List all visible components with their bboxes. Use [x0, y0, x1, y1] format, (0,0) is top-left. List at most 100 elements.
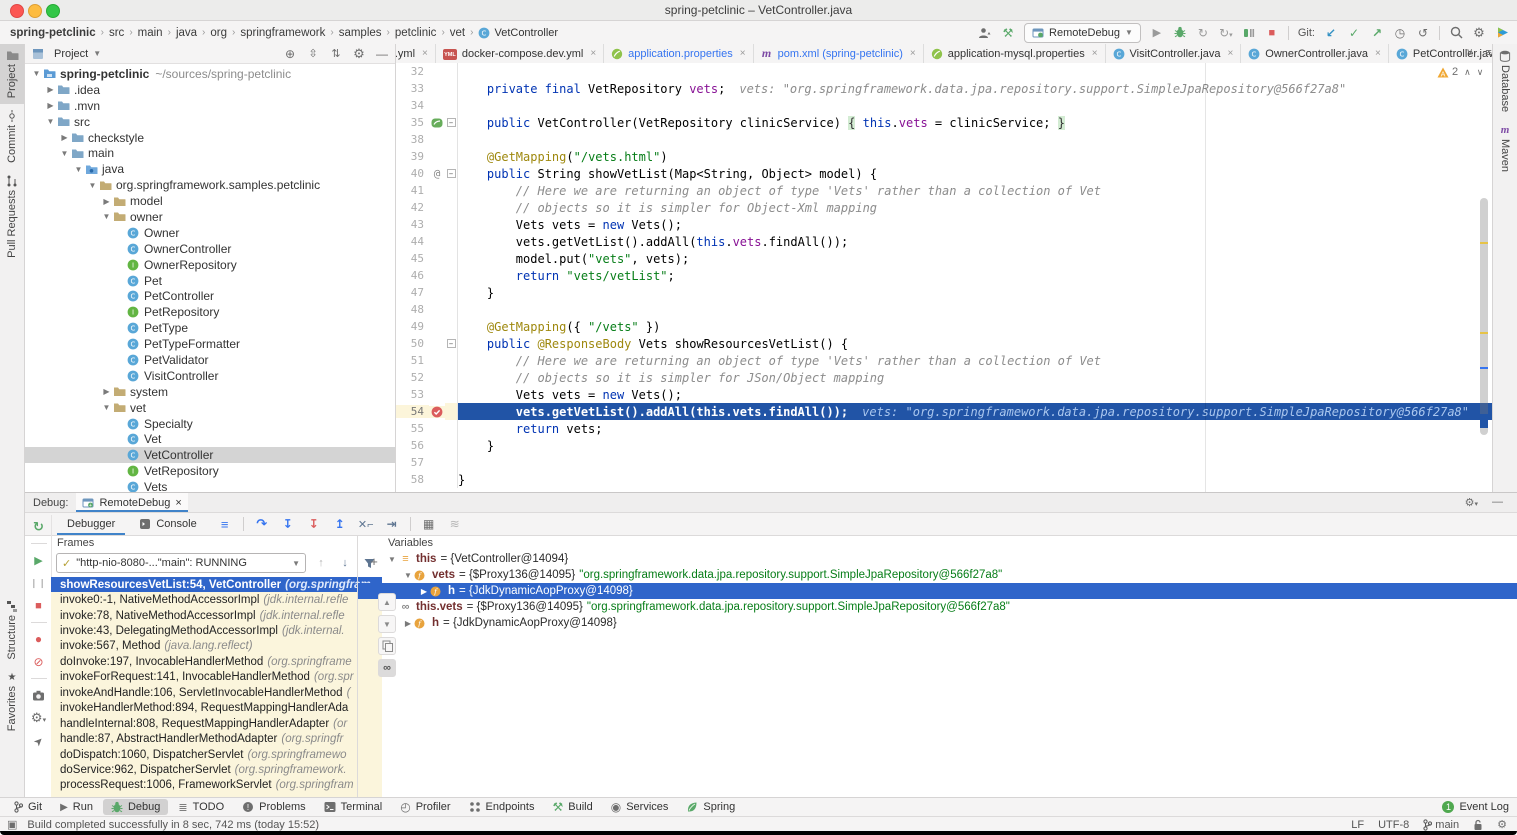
scrollbar-thumb[interactable]	[1480, 198, 1488, 435]
tree-item-petrepository[interactable]: IPetRepository	[25, 304, 395, 320]
tree-item-vets[interactable]: CVets	[25, 479, 395, 492]
code-line-49[interactable]: 49 @GetMapping({ "/vets" })	[396, 318, 1492, 335]
code-line-34[interactable]: 34	[396, 97, 1492, 114]
stack-frame[interactable]: invoke:567, Method(java.lang.reflect)	[51, 639, 382, 654]
breadcrumb-item[interactable]: vet	[450, 27, 465, 39]
caret-stripe-mark[interactable]	[1480, 367, 1488, 369]
indent-settings-icon[interactable]: ⚙	[1497, 818, 1507, 831]
scroll-down-icon[interactable]: ▼	[378, 615, 396, 633]
bug-icon[interactable]	[1173, 25, 1187, 41]
toolwindow-button-git[interactable]: Git	[6, 799, 50, 815]
sidebar-item-favorites[interactable]: ★Favorites	[0, 666, 24, 737]
code-line-47[interactable]: 47 }	[396, 284, 1492, 301]
code-line-57[interactable]: 57	[396, 454, 1492, 471]
warning-stripe-mark[interactable]	[1480, 332, 1488, 334]
toolwindow-button-services[interactable]: ◉Services	[603, 799, 677, 815]
tabs-dropdown-icon[interactable]: ∨	[1466, 47, 1473, 59]
toolwindow-button-spring[interactable]: Spring	[678, 799, 743, 815]
code-line-56[interactable]: 56 }	[396, 437, 1492, 454]
stack-frame[interactable]: handle:87, AbstractHandlerMethodAdapter(…	[51, 731, 382, 746]
tree-item-java[interactable]: ▼java	[25, 161, 395, 177]
git-branch-indicator[interactable]: main	[1423, 819, 1459, 831]
code-line-44[interactable]: 44 vets.getVetList().addAll(this.vets.fi…	[396, 233, 1492, 250]
step-over-icon[interactable]: ↷	[254, 516, 270, 532]
sidebar-item-maven[interactable]: mMaven	[1493, 118, 1517, 178]
close-icon[interactable]: ×	[740, 48, 746, 59]
toolwindow-button-terminal[interactable]: Terminal	[316, 799, 391, 815]
encoding-indicator[interactable]: UTF-8	[1378, 819, 1409, 831]
code-line-42[interactable]: 42 // objects so it is simpler for Objec…	[396, 199, 1492, 216]
thread-dump-icon[interactable]	[31, 687, 47, 703]
editor-tab-application-properties[interactable]: application.properties×	[604, 44, 753, 63]
tree-item-petcontroller[interactable]: CPetController	[25, 288, 395, 304]
expand-all-icon[interactable]: ⇳	[306, 46, 320, 62]
inspection-widget[interactable]: A 2 ∧ ∨	[1437, 66, 1483, 78]
layout-restore-icon[interactable]: ≋	[447, 516, 463, 532]
git-push-icon[interactable]: ↗	[1370, 25, 1384, 41]
close-icon[interactable]: ×	[1227, 48, 1233, 59]
editor-tab-pose-yml[interactable]: pose.yml×	[396, 44, 436, 63]
profiler-attach-icon[interactable]	[1242, 25, 1256, 41]
stack-frame[interactable]: invokeForRequest:141, InvocableHandlerMe…	[51, 670, 382, 685]
stack-frame[interactable]: invokeHandlerMethod:894, RequestMappingH…	[51, 701, 382, 716]
tree-item-vetcontroller[interactable]: CVetController	[25, 447, 395, 463]
settings-gear-icon[interactable]: ⚙▾	[31, 710, 47, 726]
code-line-52[interactable]: 52 // objects so it is simpler for JSon/…	[396, 369, 1492, 386]
variable-row[interactable]: ▶fh= {JdkDynamicAopProxy@14098}	[358, 583, 1517, 599]
evaluate-icon[interactable]: ▦	[421, 516, 437, 532]
stop-icon[interactable]: ■	[31, 598, 47, 614]
tree-item-pet[interactable]: CPet	[25, 273, 395, 289]
breakpoint-icon[interactable]	[429, 406, 445, 418]
event-log-button[interactable]: 1 Event Log	[1442, 801, 1517, 813]
tree-toggle-icon[interactable]: ▶	[101, 387, 112, 396]
lock-icon[interactable]	[1473, 819, 1483, 831]
toolwindow-button-endpoints[interactable]: Endpoints	[461, 799, 543, 815]
variable-row[interactable]: ▼fvets= {$Proxy136@14095}"org.springfram…	[358, 567, 1517, 583]
breadcrumb-current[interactable]: CVetController	[478, 27, 558, 39]
tree-item-system[interactable]: ▶system	[25, 384, 395, 400]
breadcrumb-item[interactable]: springframework	[240, 27, 325, 39]
breadcrumb-item[interactable]: spring-petclinic	[10, 27, 96, 39]
tree-toggle-icon[interactable]: ▼	[87, 181, 98, 190]
scroll-up-icon[interactable]: ▲	[378, 593, 396, 611]
code-line-40[interactable]: 40@− public String showVetList(Map<Strin…	[396, 165, 1492, 182]
tree-item-main[interactable]: ▼main	[25, 145, 395, 161]
tab-console[interactable]: Console	[129, 513, 206, 535]
bean-icon[interactable]	[429, 117, 445, 129]
tree-toggle-icon[interactable]: ▶	[45, 101, 56, 110]
fold-marker[interactable]: −	[445, 114, 458, 131]
user-icon[interactable]	[978, 25, 992, 41]
resume-icon[interactable]: ▶	[31, 552, 47, 568]
close-icon[interactable]: ×	[1375, 48, 1381, 59]
code-line-35[interactable]: 35− public VetController(VetRepository c…	[396, 114, 1492, 131]
code-line-43[interactable]: 43 Vets vets = new Vets();	[396, 216, 1492, 233]
toolwindow-button-problems[interactable]: !Problems	[234, 799, 313, 815]
hide-frames-icon[interactable]: ∞	[378, 659, 396, 677]
mute-breakpoints-icon[interactable]: ⊘	[31, 654, 47, 670]
run-to-cursor-icon[interactable]: ⇥	[384, 516, 400, 532]
breadcrumb-item[interactable]: org	[210, 27, 227, 39]
tree-item-checkstyle[interactable]: ▶checkstyle	[25, 130, 395, 146]
tree-item-org-springframework-samples-petclinic[interactable]: ▼org.springframework.samples.petclinic	[25, 177, 395, 193]
tree-item-model[interactable]: ▶model	[25, 193, 395, 209]
collapse-all-icon[interactable]: ⇅	[329, 46, 343, 62]
tree-toggle-icon[interactable]: ▼	[402, 571, 414, 580]
code-line-58[interactable]: 58}	[396, 471, 1492, 488]
layout-menu-icon[interactable]: ≡	[217, 516, 233, 532]
tree-item-pettypeformatter[interactable]: CPetTypeFormatter	[25, 336, 395, 352]
tree-item-owner[interactable]: ▼owner	[25, 209, 395, 225]
code-line-32[interactable]: 32	[396, 63, 1492, 80]
search-icon[interactable]	[1449, 25, 1463, 41]
thread-selector[interactable]: ✓ "http-nio-8080-..."main": RUNNING ▼	[56, 553, 306, 573]
tree-item-vet[interactable]: CVet	[25, 431, 395, 447]
settings-icon[interactable]: ⚙	[1472, 25, 1486, 41]
tree-toggle-icon[interactable]: ▼	[101, 212, 112, 221]
close-icon[interactable]: ×	[590, 48, 596, 59]
tree-toggle-icon[interactable]: ▶	[402, 619, 414, 628]
rollback-icon[interactable]: ↺	[1416, 25, 1430, 41]
sidebar-item-database[interactable]: Database	[1493, 44, 1517, 118]
code-line-45[interactable]: 45 model.put("vets", vets);	[396, 250, 1492, 267]
tree-item-specialty[interactable]: CSpecialty	[25, 416, 395, 432]
code-line-51[interactable]: 51 // Here we are returning an object of…	[396, 352, 1492, 369]
prev-warning-icon[interactable]: ∧	[1464, 67, 1471, 78]
